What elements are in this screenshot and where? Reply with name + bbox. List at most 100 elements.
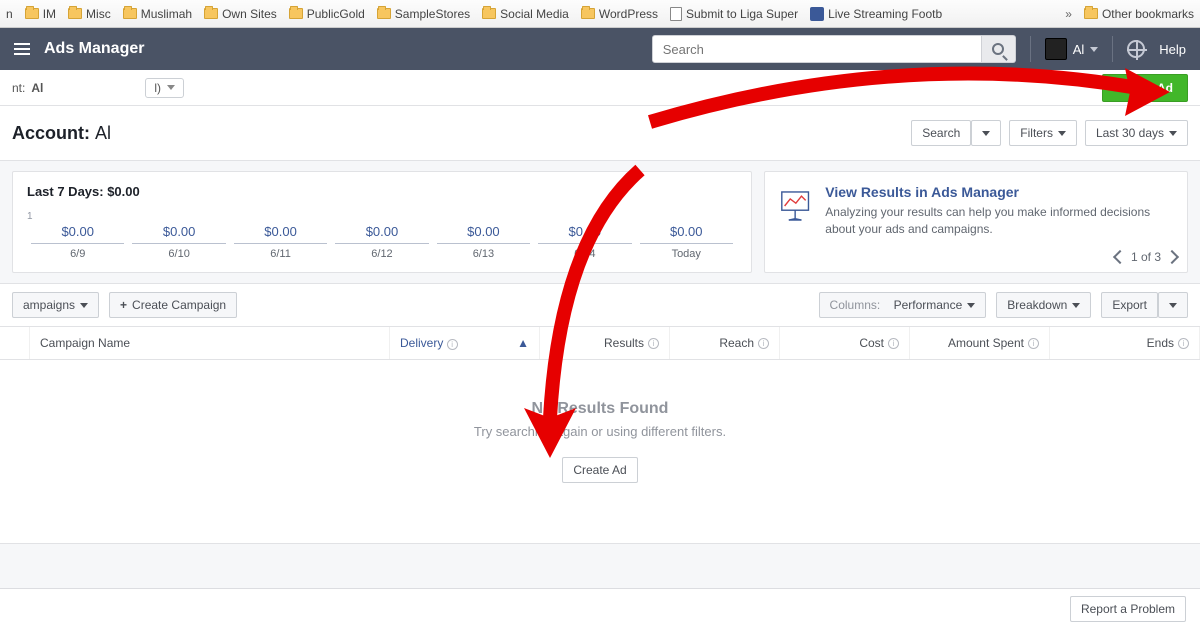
folder-icon bbox=[581, 8, 595, 19]
spend-day[interactable]: $0.00Today bbox=[636, 224, 737, 260]
sub-header: nt: Al l) Create Ad bbox=[0, 70, 1200, 106]
bookmark-item[interactable]: Own Sites bbox=[204, 7, 277, 21]
chevron-down-icon bbox=[1169, 303, 1177, 308]
table-header: Campaign Name Delivery i▲ Results i Reac… bbox=[0, 327, 1200, 360]
column-reach[interactable]: Reach i bbox=[670, 327, 780, 359]
report-problem-button[interactable]: Report a Problem bbox=[1070, 596, 1186, 622]
other-bookmarks[interactable]: Other bookmarks bbox=[1084, 7, 1194, 21]
empty-state: No Results Found Try searching again or … bbox=[0, 360, 1200, 544]
column-amount-spent[interactable]: Amount Spent i bbox=[910, 327, 1050, 359]
chevron-down-icon bbox=[1072, 303, 1080, 308]
help-link[interactable]: Help bbox=[1159, 42, 1186, 57]
search-button[interactable] bbox=[982, 35, 1016, 63]
column-cost[interactable]: Cost i bbox=[780, 327, 910, 359]
menu-icon[interactable] bbox=[14, 43, 30, 55]
spend-chart: $0.006/9 $0.006/10 $0.006/11 $0.006/12 $… bbox=[27, 224, 737, 260]
avatar bbox=[1045, 38, 1067, 60]
info-icon: i bbox=[1178, 338, 1189, 349]
bookmark-item[interactable]: IM bbox=[25, 7, 56, 21]
column-results[interactable]: Results i bbox=[540, 327, 670, 359]
chevron-left-icon[interactable] bbox=[1113, 250, 1127, 264]
folder-icon bbox=[1084, 8, 1098, 19]
bookmark-item[interactable]: Muslimah bbox=[123, 7, 192, 21]
page-title: Account: Al bbox=[12, 123, 111, 144]
empty-body: Try searching again or using different f… bbox=[0, 424, 1200, 439]
date-range-button[interactable]: Last 30 days bbox=[1085, 120, 1188, 146]
search-input[interactable] bbox=[652, 35, 982, 63]
campaigns-dropdown[interactable]: ampaigns bbox=[12, 292, 99, 318]
folder-icon bbox=[377, 8, 391, 19]
folder-icon bbox=[204, 8, 218, 19]
filters-button[interactable]: Filters bbox=[1009, 120, 1077, 146]
bookmarks-overflow[interactable]: » bbox=[1065, 7, 1072, 21]
spend-card: Last 7 Days: $0.00 1 $0.006/9 $0.006/10 … bbox=[12, 171, 752, 273]
column-campaign-name[interactable]: Campaign Name bbox=[30, 327, 390, 359]
info-icon: i bbox=[447, 339, 458, 350]
pager-text: 1 of 3 bbox=[1131, 250, 1161, 264]
info-icon: i bbox=[648, 338, 659, 349]
folder-icon bbox=[123, 8, 137, 19]
chevron-down-icon bbox=[982, 131, 990, 136]
divider bbox=[1112, 36, 1113, 62]
summary-cards: Last 7 Days: $0.00 1 $0.006/9 $0.006/10 … bbox=[0, 161, 1200, 283]
create-ad-button[interactable]: Create Ad bbox=[1102, 74, 1188, 102]
account-header: Account: Al Search Filters Last 30 days bbox=[0, 106, 1200, 161]
promo-pager: 1 of 3 bbox=[1115, 250, 1177, 264]
chart-axis-label: 1 bbox=[27, 211, 737, 222]
promo-card: View Results in Ads Manager Analyzing yo… bbox=[764, 171, 1188, 273]
search-dropdown[interactable] bbox=[971, 120, 1001, 146]
folder-icon bbox=[289, 8, 303, 19]
create-campaign-button[interactable]: +Create Campaign bbox=[109, 292, 237, 318]
bookmark-item[interactable]: Live Streaming Footb bbox=[810, 7, 942, 21]
folder-icon bbox=[68, 8, 82, 19]
chevron-right-icon[interactable] bbox=[1165, 250, 1179, 264]
search-icon bbox=[992, 43, 1004, 55]
search-button[interactable]: Search bbox=[911, 120, 971, 146]
bookmark-item[interactable]: n bbox=[6, 7, 13, 21]
user-name: Al bbox=[1073, 42, 1085, 57]
spend-day[interactable]: $0.006/13 bbox=[433, 224, 534, 260]
table-toolbar: ampaigns +Create Campaign Columns: Perfo… bbox=[0, 283, 1200, 327]
create-ad-button-empty[interactable]: Create Ad bbox=[562, 457, 637, 483]
spend-day[interactable]: $0.006/14 bbox=[534, 224, 635, 260]
account-selector[interactable]: nt: Al l) bbox=[12, 78, 184, 98]
spend-day[interactable]: $0.006/10 bbox=[128, 224, 229, 260]
export-dropdown[interactable] bbox=[1158, 292, 1188, 318]
bookmarks-bar: n IM Misc Muslimah Own Sites PublicGold … bbox=[0, 0, 1200, 28]
app-title: Ads Manager bbox=[44, 40, 144, 58]
chevron-down-icon bbox=[80, 303, 88, 308]
export-button[interactable]: Export bbox=[1101, 292, 1158, 318]
folder-icon bbox=[482, 8, 496, 19]
checkbox-column[interactable] bbox=[0, 327, 30, 359]
user-menu[interactable]: Al bbox=[1045, 38, 1099, 60]
bookmark-item[interactable]: Social Media bbox=[482, 7, 569, 21]
account-id-pill[interactable]: l) bbox=[145, 78, 184, 98]
account-name: Al bbox=[31, 81, 43, 95]
bookmark-item[interactable]: WordPress bbox=[581, 7, 658, 21]
bookmark-item[interactable]: PublicGold bbox=[289, 7, 365, 21]
info-icon: i bbox=[1028, 338, 1039, 349]
chevron-down-icon bbox=[167, 85, 175, 90]
divider bbox=[1030, 36, 1031, 62]
spend-title: Last 7 Days: $0.00 bbox=[27, 184, 737, 199]
bookmark-item[interactable]: Misc bbox=[68, 7, 111, 21]
bookmark-item[interactable]: Submit to Liga Super bbox=[670, 7, 798, 21]
folder-icon bbox=[25, 8, 39, 19]
spend-day[interactable]: $0.006/9 bbox=[27, 224, 128, 260]
promo-title[interactable]: View Results in Ads Manager bbox=[825, 184, 1173, 200]
column-ends[interactable]: Ends i bbox=[1050, 327, 1200, 359]
global-search bbox=[652, 35, 1016, 63]
notifications-icon[interactable] bbox=[1127, 40, 1145, 58]
breakdown-selector[interactable]: Breakdown bbox=[996, 292, 1091, 318]
spend-day[interactable]: $0.006/11 bbox=[230, 224, 331, 260]
footer: Report a Problem bbox=[0, 588, 1200, 628]
chevron-down-icon bbox=[967, 303, 975, 308]
spend-day[interactable]: $0.006/12 bbox=[331, 224, 432, 260]
bookmark-item[interactable]: SampleStores bbox=[377, 7, 470, 21]
page-icon bbox=[670, 7, 682, 21]
info-icon: i bbox=[758, 338, 769, 349]
columns-selector[interactable]: Columns: Performance bbox=[819, 292, 987, 318]
chart-icon bbox=[779, 184, 811, 228]
chevron-down-icon bbox=[1169, 131, 1177, 136]
column-delivery[interactable]: Delivery i▲ bbox=[390, 327, 540, 359]
